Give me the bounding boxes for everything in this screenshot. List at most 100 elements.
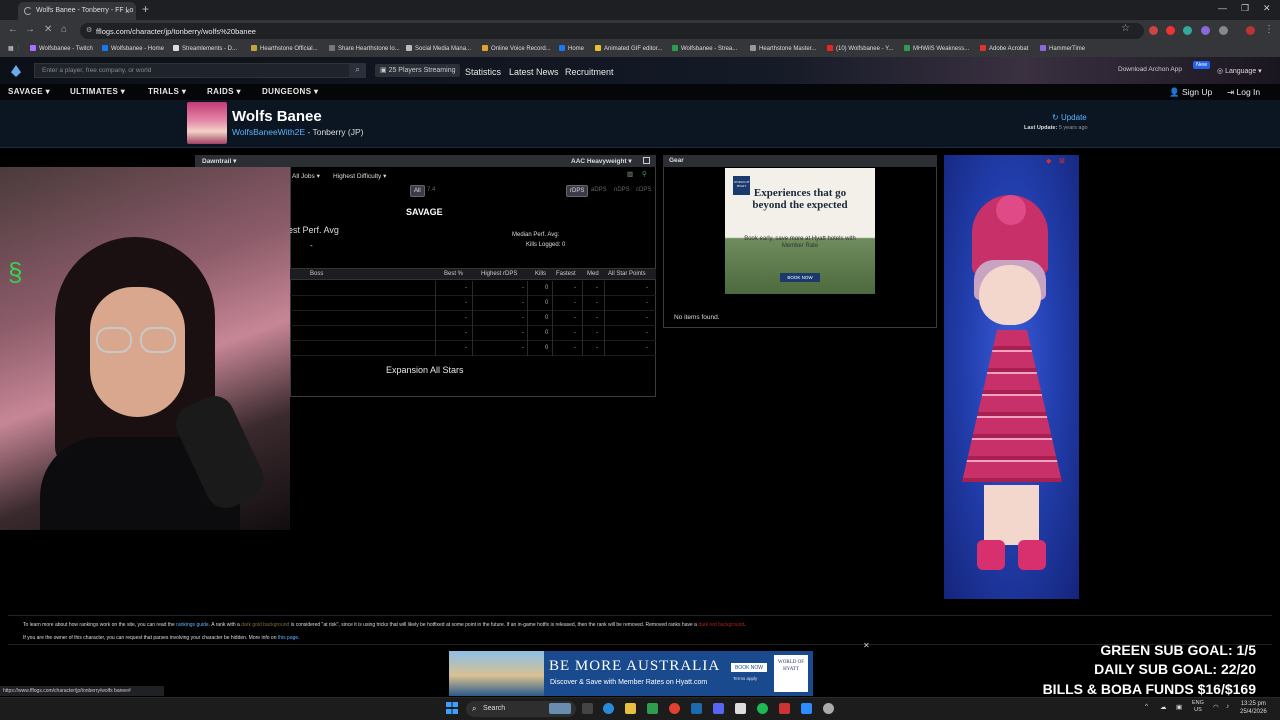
bookmark-item[interactable]: Online Voice Record... <box>482 45 551 52</box>
home-icon[interactable]: ⌂ <box>61 24 67 35</box>
expansion-dropdown[interactable]: Dawntrail ▾ <box>202 157 236 165</box>
table-row[interactable]: --0--- <box>290 296 656 311</box>
new-tab-button[interactable]: + <box>142 2 149 16</box>
extension-icon[interactable] <box>1201 26 1210 35</box>
bookmark-item[interactable]: Hearthstone Official... <box>251 45 318 52</box>
chrome-icon[interactable] <box>669 703 680 714</box>
nav-recruitment[interactable]: Recruitment <box>565 67 614 77</box>
log-in-link[interactable]: ⇥ Log In <box>1227 87 1260 98</box>
metric-rdps-toggle[interactable]: rDPS <box>566 185 589 197</box>
close-window-button[interactable]: ✕ <box>1263 3 1271 14</box>
col-all-star-points[interactable]: All Star Points <box>608 271 646 277</box>
metric-ndps-toggle[interactable]: nDPS <box>611 185 633 195</box>
bottom-ad-book-button[interactable]: BOOK NOW <box>731 663 767 672</box>
metric-cdps-toggle[interactable]: cDPS <box>633 185 654 195</box>
forward-icon[interactable]: → <box>25 24 35 35</box>
widgets-icon[interactable] <box>549 703 571 714</box>
update-button[interactable]: ↻ Update <box>1052 113 1087 122</box>
jobs-filter-dropdown[interactable]: All Jobs ▾ <box>292 172 320 180</box>
task-view-icon[interactable] <box>582 703 593 714</box>
language-dropdown[interactable]: ◎ Language ▾ <box>1217 67 1262 75</box>
tray-icon[interactable]: ☁ <box>1160 703 1167 711</box>
rankings-guide-link[interactable]: rankings guide <box>176 622 209 628</box>
metric-adps-toggle[interactable]: aDPS <box>588 185 610 195</box>
bookmark-item[interactable]: Wolfsbanee - Strea... <box>672 45 737 52</box>
bookmark-item[interactable]: Home <box>559 45 584 52</box>
input-language[interactable]: ENG US <box>1192 700 1204 714</box>
volume-icon[interactable]: ♪ <box>1226 703 1229 710</box>
stop-icon[interactable]: ✕ <box>44 24 52 35</box>
bookmark-item[interactable]: Adobe Acrobat <box>980 45 1028 52</box>
bookmark-item[interactable]: Animated GIF editor... <box>595 45 662 52</box>
download-app-link[interactable]: Download Archon App <box>1118 66 1182 73</box>
fflogs-logo-icon[interactable] <box>11 65 21 77</box>
col-best-percent[interactable]: Best % <box>444 271 463 277</box>
steam-icon[interactable] <box>691 703 702 714</box>
profile-avatar[interactable] <box>1246 26 1255 35</box>
nav-statistics[interactable]: Statistics <box>465 67 501 77</box>
bookmark-item[interactable]: (10) Wolfsbanee - Y... <box>827 45 893 52</box>
tray-chevron-icon[interactable]: ^ <box>1145 703 1148 710</box>
bookmark-item[interactable]: Wolfsbanee - Twitch <box>30 45 93 52</box>
nav-raids[interactable]: RAIDS ▾ <box>207 87 241 96</box>
address-bar[interactable]: ⚙ fflogs.com/character/jp/tonberry/wolfs… <box>80 23 1144 39</box>
col-fastest[interactable]: Fastest <box>556 271 576 277</box>
nav-savage[interactable]: SAVAGE ▾ <box>8 87 50 96</box>
render-close-icon[interactable]: ⊠ <box>1059 157 1065 165</box>
bookmark-item[interactable]: HammerTime <box>1040 45 1085 52</box>
table-row[interactable]: --0--- <box>290 326 656 341</box>
ad-close-icon[interactable]: ✕ <box>863 641 870 650</box>
clock[interactable]: 13:25 pm 25/4/2026 <box>1240 700 1267 716</box>
nav-latest-news[interactable]: Latest News <box>509 67 559 77</box>
bookmark-item[interactable]: Social Media Mana... <box>406 45 471 52</box>
back-icon[interactable]: ← <box>8 24 18 35</box>
app-icon[interactable] <box>647 703 658 714</box>
bookmark-item[interactable]: Streamlements - D... <box>173 45 237 52</box>
extension-icon[interactable] <box>1183 26 1192 35</box>
bookmark-star-icon[interactable]: ☆ <box>1121 23 1130 34</box>
extensions-puzzle-icon[interactable] <box>1219 26 1228 35</box>
obs-icon[interactable] <box>823 703 834 714</box>
render-toggle-icon[interactable]: ◆ <box>1046 157 1051 165</box>
browser-tab-active[interactable]: Wolfs Banee - Tonberry - FF Lo × <box>18 2 136 20</box>
partition-version-toggle[interactable]: 7.4 <box>424 185 438 195</box>
nav-trials[interactable]: TRIALS ▾ <box>148 87 186 96</box>
table-row[interactable]: --0--- <box>290 281 656 296</box>
tray-icon[interactable]: ▣ <box>1176 703 1182 711</box>
table-row[interactable]: --0--- <box>290 311 656 326</box>
wifi-icon[interactable]: ◠ <box>1213 703 1219 711</box>
streaming-players-button[interactable]: ▣ 25 Players Streaming <box>375 64 461 77</box>
hyatt-ad[interactable]: WORLD OF HYATT Experiences that go beyon… <box>725 168 875 294</box>
partition-all-toggle[interactable]: All <box>410 185 425 197</box>
minimize-button[interactable]: — <box>1218 3 1227 13</box>
character-owner-link[interactable]: WolfsBaneeWith2E <box>232 127 305 137</box>
bookmark-item[interactable]: Share Hearthstone lo... <box>329 45 400 52</box>
close-tab-icon[interactable]: × <box>125 6 130 16</box>
extension-icon[interactable] <box>1149 26 1158 35</box>
bookmark-item[interactable]: Wolfsbanee - Home <box>102 45 164 52</box>
link-icon[interactable]: ⚲ <box>642 170 647 178</box>
bookmark-item[interactable]: MHWilS Weakness... <box>904 45 969 52</box>
edge-icon[interactable] <box>603 703 614 714</box>
file-explorer-icon[interactable] <box>625 703 636 714</box>
spotify-icon[interactable] <box>757 703 768 714</box>
col-highest-rdps[interactable]: Highest rDPS <box>481 271 517 277</box>
site-info-icon[interactable]: ⚙ <box>86 26 92 34</box>
col-kills[interactable]: Kills <box>535 271 546 277</box>
bottom-banner-ad[interactable]: BE MORE AUSTRALIA Discover & Save with M… <box>449 651 813 696</box>
table-row[interactable]: --0--- <box>290 341 656 356</box>
chart-icon[interactable]: ▥ <box>627 170 633 178</box>
this-page-link[interactable]: this page <box>278 635 298 641</box>
character-model-render[interactable] <box>944 155 1079 599</box>
sign-up-link[interactable]: 👤 Sign Up <box>1169 87 1212 98</box>
windows-start-icon[interactable] <box>446 702 458 714</box>
search-icon[interactable]: ⌕ <box>349 63 366 78</box>
app-icon[interactable] <box>779 703 790 714</box>
apps-icon[interactable]: ▦ <box>8 45 14 52</box>
app-icon[interactable] <box>735 703 746 714</box>
bookmark-item[interactable]: Hearthstone Master... <box>750 45 816 52</box>
browser-menu-icon[interactable]: ⋮ <box>1264 24 1274 35</box>
ad-book-now-button[interactable]: BOOK NOW <box>780 273 820 282</box>
col-med[interactable]: Med <box>587 271 599 277</box>
extension-icon[interactable] <box>1166 26 1175 35</box>
